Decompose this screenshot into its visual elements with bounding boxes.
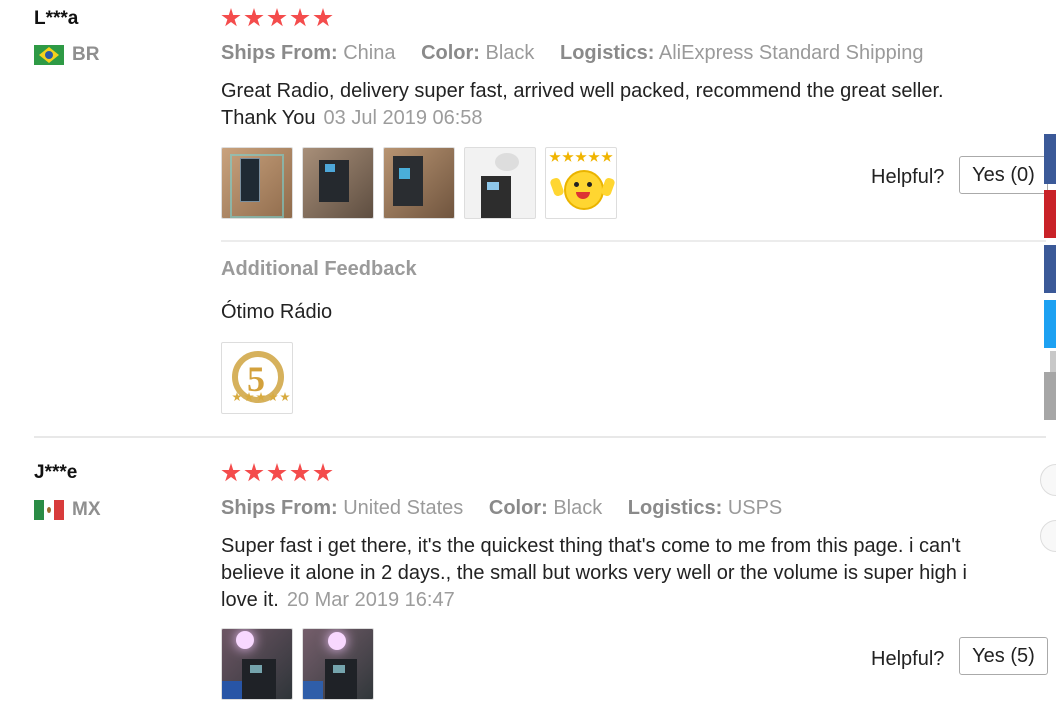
star-icon <box>290 463 310 482</box>
review-user-name: L***a <box>34 8 79 29</box>
ships-from-label: Ships From: <box>221 497 338 519</box>
review-photo-thumbnail[interactable] <box>383 147 455 219</box>
ships-from-label: Ships From: <box>221 42 338 64</box>
additional-feedback-text: Ótimo Rádio <box>221 301 333 323</box>
vk-share-icon[interactable] <box>1044 245 1056 293</box>
star-icon <box>221 463 241 482</box>
review-photo-thumbnail[interactable] <box>545 147 617 219</box>
helpful-yes-button[interactable]: Yes (0) <box>959 156 1048 194</box>
country-code: MX <box>72 499 101 520</box>
color-value: Black <box>485 42 535 64</box>
twitter-share-icon[interactable] <box>1044 300 1056 348</box>
feedback-divider <box>221 240 1046 242</box>
star-icon <box>313 463 333 482</box>
color-label: Color: <box>421 42 480 64</box>
additional-feedback-photos: 5 <box>221 342 293 414</box>
color-value: Black <box>553 497 603 519</box>
flag-mexico-icon <box>34 500 64 520</box>
star-icon <box>267 463 287 482</box>
flag-brazil-icon <box>34 45 64 65</box>
review-photo-thumbnail[interactable] <box>221 147 293 219</box>
scroll-up-icon[interactable] <box>1040 464 1056 496</box>
review-photo-thumbnail[interactable] <box>464 147 536 219</box>
country-code: BR <box>72 44 100 65</box>
feedback-photo-thumbnail[interactable]: 5 <box>221 342 293 414</box>
review-photo-thumbnail[interactable] <box>221 628 293 700</box>
review-text: Great Radio, delivery super fast, arrive… <box>221 78 991 132</box>
review-date: 03 Jul 2019 06:58 <box>323 107 483 129</box>
review-user-country: MX <box>34 499 101 521</box>
logistics-value: AliExpress Standard Shipping <box>658 42 924 64</box>
review-meta: Ships From: China Color: Black Logistics… <box>221 42 944 65</box>
review-user-name: J***e <box>34 462 78 483</box>
star-icon <box>267 8 287 27</box>
facebook-share-icon[interactable] <box>1044 134 1056 184</box>
review-date: 20 Mar 2019 16:47 <box>286 589 455 611</box>
review-photos <box>221 147 617 219</box>
review-separator <box>34 436 1046 438</box>
rating-stars <box>221 8 333 28</box>
star-icon <box>313 8 333 27</box>
helpful-yes-button[interactable]: Yes (5) <box>959 637 1048 675</box>
logistics-value: USPS <box>727 497 783 519</box>
star-icon <box>221 8 241 27</box>
star-icon <box>290 8 310 27</box>
review-user-country: BR <box>34 44 99 66</box>
additional-feedback-title: Additional Feedback <box>221 258 417 280</box>
star-icon <box>244 8 264 27</box>
star-icon <box>244 463 264 482</box>
color-label: Color: <box>488 497 548 519</box>
pinterest-share-icon[interactable] <box>1044 190 1056 238</box>
review-text: Super fast i get there, it's the quickes… <box>221 533 991 614</box>
share-more-icon[interactable] <box>1044 372 1056 420</box>
ships-from-value: United States <box>343 497 464 519</box>
review-photo-thumbnail[interactable] <box>302 147 374 219</box>
logistics-label: Logistics: <box>559 42 655 64</box>
helpful-label: Helpful? <box>871 648 945 670</box>
review-photo-thumbnail[interactable] <box>302 628 374 700</box>
review-meta: Ships From: United States Color: Black L… <box>221 497 802 520</box>
scroll-down-icon[interactable] <box>1040 520 1056 552</box>
review-photos <box>221 628 374 700</box>
logistics-label: Logistics: <box>627 497 723 519</box>
ships-from-value: China <box>343 42 396 64</box>
rating-stars <box>221 463 333 483</box>
scroll-indicator <box>1050 351 1056 373</box>
helpful-label: Helpful? <box>871 166 945 188</box>
